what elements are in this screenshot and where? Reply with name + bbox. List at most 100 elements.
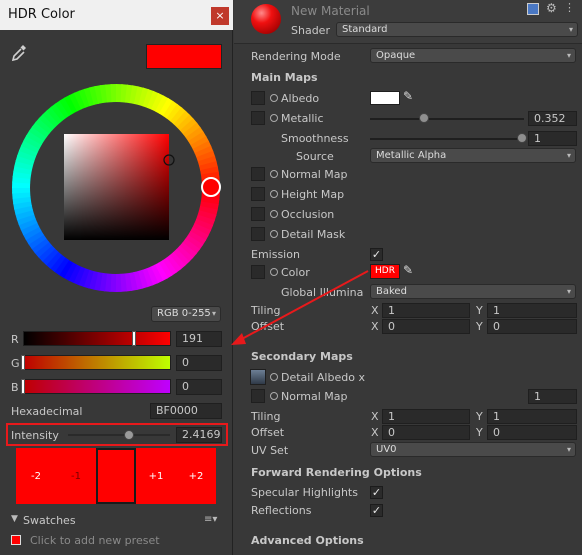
secondary-offset-x-field[interactable]: 0: [382, 425, 470, 440]
normal-map-label: Normal Map: [281, 168, 348, 181]
g-value-field[interactable]: 0: [176, 355, 222, 371]
secondary-offset-label: Offset: [251, 426, 285, 439]
b-slider[interactable]: [23, 379, 171, 394]
object-picker-icon[interactable]: [270, 210, 278, 218]
current-color-swatch[interactable]: [146, 44, 222, 69]
settings-gear-icon[interactable]: ⚙: [546, 1, 557, 15]
object-picker-icon[interactable]: [270, 190, 278, 198]
object-picker-icon[interactable]: [270, 268, 278, 276]
offset-x-field[interactable]: 0: [382, 319, 470, 334]
secondary-normal-map-label: Normal Map: [281, 390, 348, 403]
context-menu-icon[interactable]: ⋮: [564, 1, 575, 14]
b-label: B: [11, 381, 19, 394]
metallic-slider[interactable]: [370, 118, 524, 120]
metallic-label: Metallic: [281, 112, 324, 125]
object-picker-icon[interactable]: [270, 170, 278, 178]
swatch-menu-icon[interactable]: ≡▾: [204, 514, 217, 525]
specular-highlights-checkbox[interactable]: ✓: [370, 486, 383, 499]
eyedropper-icon[interactable]: ✎: [403, 89, 413, 103]
emission-hdr-color-swatch[interactable]: HDR: [370, 264, 400, 279]
rendering-mode-dropdown[interactable]: Opaque ▾: [370, 48, 576, 63]
detail-albedo-texture-thumbnail[interactable]: [250, 369, 266, 385]
g-slider[interactable]: [23, 355, 171, 370]
main-maps-header: Main Maps: [251, 71, 318, 84]
object-picker-icon[interactable]: [270, 230, 278, 238]
color-mode-dropdown[interactable]: RGB 0-255 ▾: [151, 306, 221, 322]
secondary-normal-map-texture-slot[interactable]: [251, 389, 265, 403]
secondary-maps-header: Secondary Maps: [251, 350, 353, 363]
r-slider[interactable]: [23, 331, 171, 346]
y-label: Y: [476, 304, 483, 317]
rendering-mode-value: Opaque: [376, 50, 416, 61]
rendering-mode-label: Rendering Mode: [251, 50, 341, 63]
global-illumination-dropdown[interactable]: Baked ▾: [370, 284, 576, 299]
smoothness-value-field[interactable]: 1: [528, 131, 577, 146]
object-picker-icon[interactable]: [270, 392, 278, 400]
detail-albedo-label: Detail Albedo x: [281, 371, 365, 384]
x-label: X: [371, 304, 379, 317]
r-value-field[interactable]: 191: [176, 331, 222, 347]
hex-field[interactable]: BF0000: [150, 403, 222, 419]
emission-checkbox[interactable]: ✓: [370, 248, 383, 261]
b-value-field[interactable]: 0: [176, 379, 222, 395]
object-picker-icon[interactable]: [270, 94, 278, 102]
emission-label: Emission: [251, 248, 300, 261]
emission-texture-slot[interactable]: [251, 265, 265, 279]
tiling-x-field[interactable]: 1: [382, 303, 470, 318]
secondary-tiling-y-field[interactable]: 1: [487, 409, 577, 424]
preset-swatch[interactable]: [11, 535, 21, 545]
secondary-tiling-label: Tiling: [251, 410, 281, 423]
specular-highlights-label: Specular Highlights: [251, 486, 358, 499]
metallic-texture-slot[interactable]: [251, 111, 265, 125]
occlusion-texture-slot[interactable]: [251, 207, 265, 221]
g-slider-knob[interactable]: [21, 355, 25, 370]
chevron-down-icon: ▾: [566, 287, 571, 296]
object-picker-icon[interactable]: [270, 114, 278, 122]
smoothness-slider[interactable]: [370, 138, 524, 140]
normal-map-texture-slot[interactable]: [251, 167, 265, 181]
height-map-texture-slot[interactable]: [251, 187, 265, 201]
uv-set-dropdown[interactable]: UV0 ▾: [370, 442, 576, 457]
exposure-step[interactable]: +1: [144, 471, 168, 482]
detail-mask-texture-slot[interactable]: [251, 227, 265, 241]
x-label: X: [371, 410, 379, 423]
intensity-value-field[interactable]: 2.4169: [176, 427, 222, 443]
b-slider-knob[interactable]: [21, 379, 25, 394]
exposure-current[interactable]: [96, 448, 136, 504]
albedo-texture-slot[interactable]: [251, 91, 265, 105]
foldout-arrow-icon[interactable]: ▼: [11, 514, 18, 524]
close-button[interactable]: ×: [211, 7, 229, 25]
albedo-label: Albedo: [281, 92, 320, 105]
exposure-step[interactable]: +2: [184, 471, 208, 482]
source-dropdown[interactable]: Metallic Alpha ▾: [370, 148, 576, 163]
exposure-step[interactable]: -1: [64, 471, 88, 482]
detail-mask-label: Detail Mask: [281, 228, 346, 241]
metallic-value-field[interactable]: 0.352: [528, 111, 577, 126]
object-picker-icon[interactable]: [270, 373, 278, 381]
swatches-label[interactable]: Swatches: [23, 514, 76, 527]
y-label: Y: [476, 426, 483, 439]
occlusion-label: Occlusion: [281, 208, 335, 221]
color-wheel[interactable]: [8, 80, 224, 296]
help-icon[interactable]: [527, 3, 539, 15]
exposure-step[interactable]: -2: [24, 471, 48, 482]
secondary-normal-scale-field[interactable]: 1: [528, 389, 577, 404]
eyedropper-icon[interactable]: ✎: [403, 263, 413, 277]
offset-y-field[interactable]: 0: [487, 319, 577, 334]
shader-dropdown[interactable]: Standard ▾: [336, 22, 578, 37]
chevron-down-icon: ▾: [568, 25, 573, 34]
intensity-slider[interactable]: [68, 434, 170, 436]
secondary-offset-y-field[interactable]: 0: [487, 425, 577, 440]
albedo-color-swatch[interactable]: [370, 91, 400, 105]
smoothness-slider-knob[interactable]: [517, 133, 527, 143]
r-slider-knob[interactable]: [132, 331, 136, 346]
tiling-y-field[interactable]: 1: [487, 303, 577, 318]
eyedropper-icon[interactable]: [10, 43, 28, 65]
secondary-tiling-x-field[interactable]: 1: [382, 409, 470, 424]
forward-rendering-header: Forward Rendering Options: [251, 466, 422, 479]
reflections-checkbox[interactable]: ✓: [370, 504, 383, 517]
color-mode-value: RGB 0-255: [157, 308, 211, 319]
shader-label: Shader: [291, 24, 330, 37]
hue-picker-handle[interactable]: [201, 177, 221, 197]
add-preset-hint[interactable]: Click to add new preset: [30, 534, 160, 547]
